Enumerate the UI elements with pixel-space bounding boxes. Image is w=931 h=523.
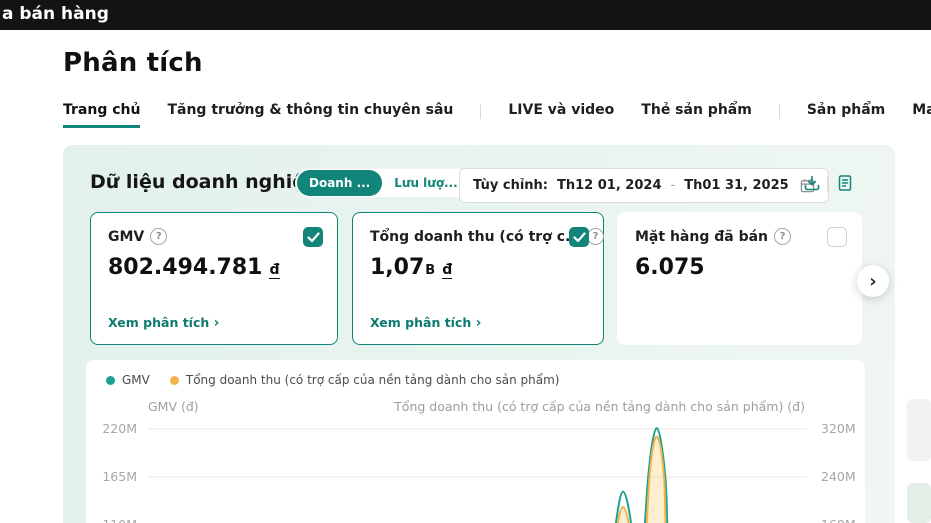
chevron-right-icon: › xyxy=(475,315,482,331)
metric-card-total-revenue[interactable]: Tổng doanh thu (có trợ c... ? 1,07 Bđ Xem… xyxy=(352,212,604,345)
tab-divider xyxy=(778,103,780,119)
help-icon[interactable]: ? xyxy=(150,228,168,245)
carousel-next-button[interactable]: › xyxy=(857,265,889,297)
toggle-traffic-segment[interactable]: Lưu lượ... xyxy=(382,170,470,196)
report-icon[interactable] xyxy=(836,174,854,192)
svg-text:110M: 110M xyxy=(102,517,137,523)
currency-symbol: đ xyxy=(269,262,280,279)
currency-symbol: đ xyxy=(442,262,453,279)
metric-title: Tổng doanh thu (có trợ c... xyxy=(370,228,581,245)
tab-home[interactable]: Trang chủ xyxy=(63,102,141,128)
panel-title: Dữ liệu doanh nghiệp xyxy=(90,171,319,193)
tab-divider xyxy=(480,103,482,119)
metric-checkbox[interactable] xyxy=(569,227,589,247)
line-chart-plot[interactable]: 220M 320M 165M 240M 110M 160M xyxy=(86,360,865,523)
download-icon[interactable] xyxy=(803,174,821,192)
metric-checkbox[interactable] xyxy=(827,227,847,247)
business-data-panel: Dữ liệu doanh nghiệp Doanh ... Lưu lượ..… xyxy=(63,145,895,523)
metric-title: Mặt hàng đã bán xyxy=(635,228,768,245)
data-type-toggle: Doanh ... Lưu lượ... xyxy=(295,168,472,198)
svg-text:220M: 220M xyxy=(102,421,137,436)
date-range-separator: - xyxy=(670,178,676,193)
date-range-label: Tùy chỉnh: xyxy=(473,178,549,193)
analytics-page: a bán hàng Phân tích Trang chủ Tăng trưở… xyxy=(0,0,931,523)
tab-live-video[interactable]: LIVE và video xyxy=(508,102,614,128)
metric-value: 6.075 xyxy=(635,255,705,280)
analytics-tabs: Trang chủ Tăng trưởng & thông tin chuyên… xyxy=(63,102,931,128)
metric-card-gmv[interactable]: GMV ? 802.494.781 đ Xem phân tích › xyxy=(90,212,338,345)
date-range-picker[interactable]: Tùy chỉnh: Th12 01, 2024 - Th01 31, 2025 xyxy=(459,168,829,203)
toggle-revenue-segment[interactable]: Doanh ... xyxy=(297,170,383,196)
metric-value: 802.494.781 đ xyxy=(108,255,280,280)
side-widget-fragment xyxy=(907,399,931,461)
business-chart-card: GMV Tổng doanh thu (có trợ cấp của nền t… xyxy=(86,360,865,523)
view-analysis-link[interactable]: Xem phân tích › xyxy=(370,315,481,331)
help-icon[interactable]: ? xyxy=(586,228,604,245)
top-nav-bar: a bán hàng xyxy=(0,0,931,30)
svg-text:160M: 160M xyxy=(821,517,856,523)
tab-products[interactable]: Sản phẩm xyxy=(807,102,885,128)
metric-title: GMV xyxy=(108,228,145,245)
svg-text:320M: 320M xyxy=(821,421,856,436)
date-range-start: Th12 01, 2024 xyxy=(557,178,662,193)
view-analysis-link[interactable]: Xem phân tích › xyxy=(108,315,219,331)
tab-growth-insights[interactable]: Tăng trưởng & thông tin chuyên sâu xyxy=(167,102,453,128)
tab-marketing[interactable]: Marketing xyxy=(912,102,931,128)
chevron-right-icon: › xyxy=(213,315,220,331)
seller-center-title[interactable]: a bán hàng xyxy=(2,1,109,27)
tab-product-card[interactable]: Thẻ sản phẩm xyxy=(641,102,752,128)
side-widget-fragment xyxy=(907,483,931,523)
svg-text:165M: 165M xyxy=(102,469,137,484)
date-range-end: Th01 31, 2025 xyxy=(684,178,789,193)
metric-checkbox[interactable] xyxy=(303,227,323,247)
metric-card-items-sold[interactable]: Mặt hàng đã bán ? 6.075 xyxy=(617,212,862,345)
page-title: Phân tích xyxy=(63,48,203,78)
svg-text:240M: 240M xyxy=(821,469,856,484)
unit-suffix: B xyxy=(425,263,436,278)
metric-value: 1,07 Bđ xyxy=(370,255,453,280)
help-icon[interactable]: ? xyxy=(774,228,791,245)
toolbar-divider xyxy=(827,176,828,191)
